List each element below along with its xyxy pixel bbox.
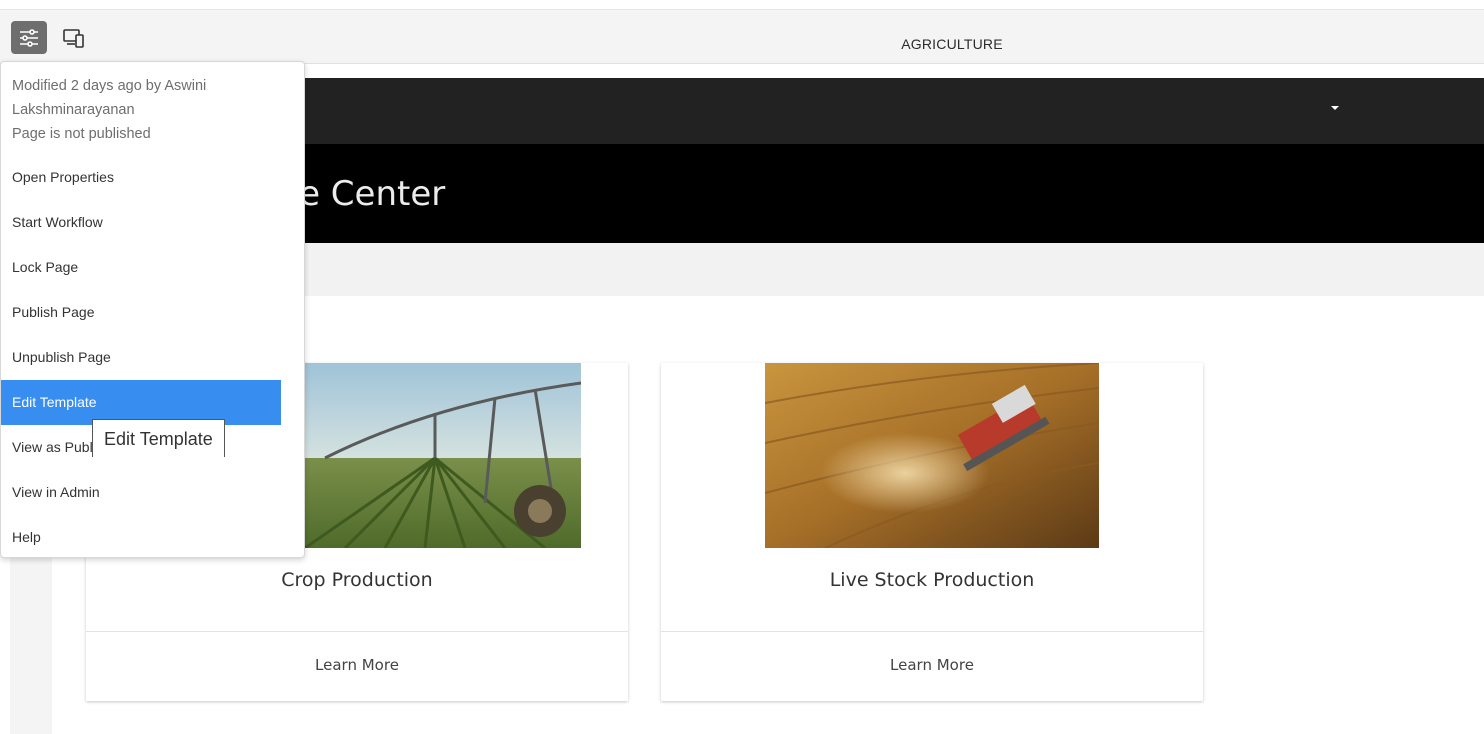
- page-status-info: Modified 2 days ago by Aswini Lakshminar…: [12, 74, 282, 146]
- page-title: AGRICULTURE: [901, 36, 1003, 52]
- menu-item-unpublish-page[interactable]: Unpublish Page: [1, 335, 281, 380]
- edit-template-tooltip: Edit Template: [92, 419, 225, 457]
- card-title: Crop Production: [281, 569, 433, 591]
- editor-toolbar: AGRICULTURE: [0, 10, 1484, 64]
- card-divider: [661, 631, 1203, 632]
- menu-item-start-workflow[interactable]: Start Workflow: [1, 200, 281, 245]
- menu-item-open-properties[interactable]: Open Properties: [1, 155, 281, 200]
- irrigation-field-image: [285, 363, 581, 548]
- card-title: Live Stock Production: [829, 569, 1035, 591]
- publish-status-text: Page is not published: [12, 126, 151, 142]
- menu-item-view-in-admin[interactable]: View in Admin: [1, 470, 281, 515]
- menu-item-help[interactable]: Help: [1, 515, 281, 560]
- combine-harvester-image: [765, 363, 1099, 548]
- window-top-strip: [0, 0, 1484, 10]
- card-divider: [86, 631, 628, 632]
- modified-by-text: Modified 2 days ago by Aswini: [12, 78, 207, 94]
- page-information-menu: Modified 2 days ago by Aswini Lakshminar…: [0, 61, 305, 558]
- card-live-stock-production[interactable]: Live Stock Production Learn More: [661, 363, 1203, 701]
- learn-more-link[interactable]: Learn More: [661, 656, 1203, 674]
- menu-item-publish-page[interactable]: Publish Page: [1, 290, 281, 335]
- dropdown-caret-icon[interactable]: [1331, 106, 1339, 110]
- menu-item-lock-page[interactable]: Lock Page: [1, 245, 281, 290]
- learn-more-link[interactable]: Learn More: [86, 656, 628, 674]
- modified-by-name: Lakshminarayanan: [12, 102, 135, 118]
